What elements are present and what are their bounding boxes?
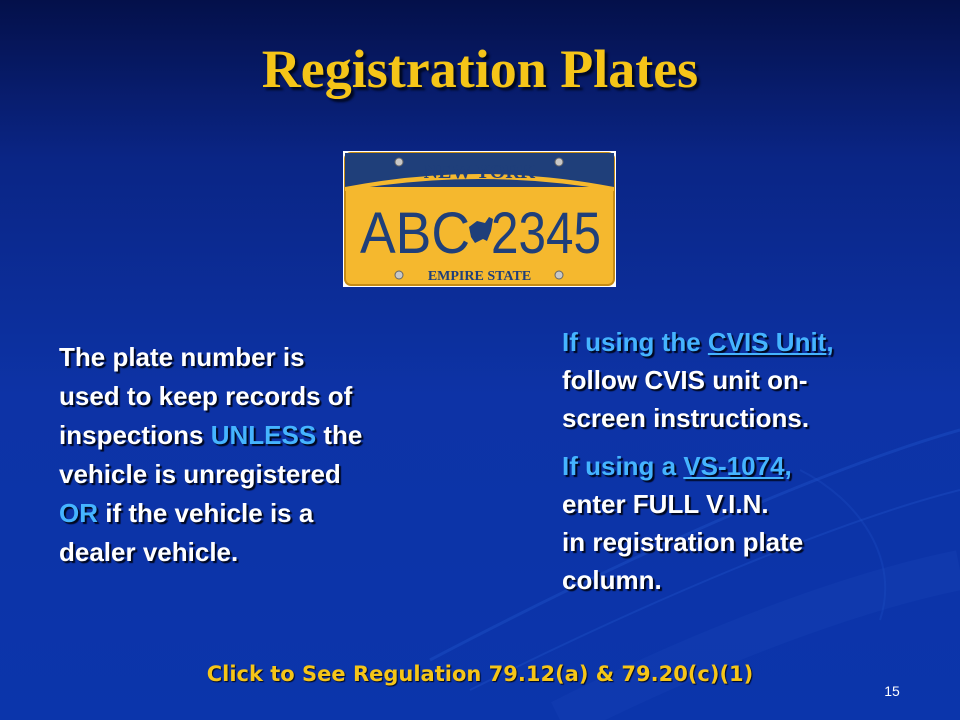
plate-state-text: NEW YORK <box>424 161 536 183</box>
explanation-line: The plate number is <box>59 342 305 372</box>
explanation-line: OR if the vehicle is a <box>59 498 314 528</box>
slide-title: Registration Plates <box>261 39 699 99</box>
cvis-instruction: If using the CVIS Unit, follow CVIS unit… <box>562 327 834 433</box>
vs1074-instruction: If using a VS-1074, enter FULL V.I.N. in… <box>562 451 804 595</box>
explanation-line: used to keep records of <box>59 381 353 411</box>
license-plate-image: NEW YORK ABC 2345 EMPIRE STATE <box>343 151 616 287</box>
or-highlight: OR <box>59 498 98 528</box>
regulation-link[interactable]: Click to See Regulation 79.12(a) & 79.20… <box>0 662 960 686</box>
explanation-line: dealer vehicle. <box>59 537 239 567</box>
explanation-line: vehicle is unregistered <box>59 459 341 489</box>
unless-highlight: UNLESS <box>210 420 317 450</box>
instructions-panel: If using the CVIS Unit, follow CVIS unit… <box>562 323 922 599</box>
plate-number-left: ABC <box>360 201 470 266</box>
page-number: 15 <box>884 683 900 699</box>
explanation-line: inspections UNLESS the <box>59 420 363 450</box>
plate-number-right: 2345 <box>491 201 601 266</box>
vs-1074-link[interactable]: VS-1074, <box>683 451 791 481</box>
plate-motto-text: EMPIRE STATE <box>428 269 531 284</box>
cvis-unit-link[interactable]: CVIS Unit <box>708 327 826 357</box>
plate-number-explanation: The plate number is used to keep records… <box>59 338 429 572</box>
slide: Registration Plates NEW YORK ABC 2345 EM… <box>0 0 960 720</box>
